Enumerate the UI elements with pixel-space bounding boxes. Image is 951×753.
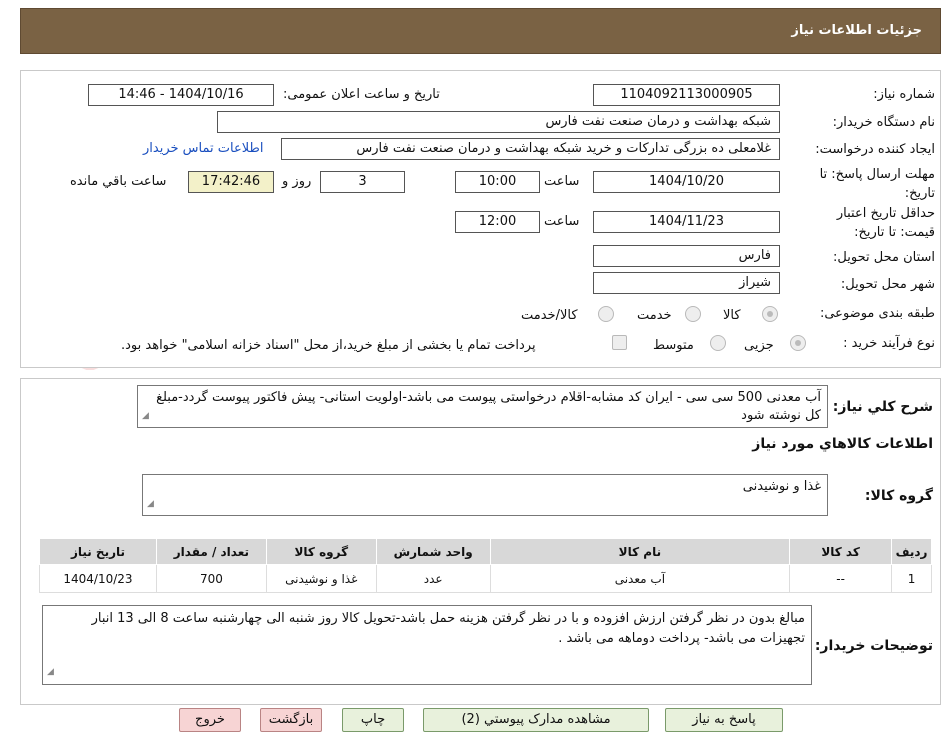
category-service-radio[interactable] [685,306,701,322]
attachments-button[interactable]: مشاهده مدارک پیوستي (2) [423,708,649,732]
category-goods-service-label: کالا/خدمت [521,308,578,323]
treasury-checkbox[interactable] [612,335,627,350]
goods-group-value: غذا و نوشیدنی [742,479,821,494]
cell-name: آب معدنی [489,564,791,593]
validity-date-field: 1404/11/23 [593,211,780,233]
respond-button[interactable]: پاسخ به نیاز [665,708,783,732]
need-number-field: 1104092113000905 [593,84,780,106]
goods-group-textarea: غذا و نوشیدنی ◢ [142,474,828,516]
print-button[interactable]: چاپ [342,708,404,732]
announce-label: تاریخ و ساعت اعلان عمومی: [283,87,440,102]
purchase-medium-radio[interactable] [710,335,726,351]
table-row: 1 -- آب معدنی عدد غذا و نوشیدنی 700 1404… [39,564,932,593]
deadline-time-field: 10:00 [455,171,540,193]
category-goods-label: کالا [723,308,741,323]
remaining-label: ساعت باقي مانده [70,174,167,189]
validity-time-field: 12:00 [455,211,540,233]
category-goods-service-radio[interactable] [598,306,614,322]
summary-label: شرح کلي نياز: [832,399,933,415]
buyer-notes-text: مبالغ بدون در نظر گرفتن ارزش افزوده و با… [91,611,805,646]
category-service-label: خدمت [637,308,672,323]
creator-field: غلامعلی ده بزرگی تدارکات و خرید شبکه بهد… [281,138,780,160]
goods-section-title: اطلاعات کالاهاي مورد نياز [752,436,933,452]
buyer-notes-label: توضیحات خریدار: [814,638,933,654]
col-qty-header: تعداد / مقدار [155,538,267,565]
cell-group: غذا و نوشیدنی [265,564,377,593]
city-field: شیراز [593,272,780,294]
summary-text: آب معدنی 500 سی سی - ایران کد مشابه-اقلا… [156,390,821,423]
validity-label: حداقل تاریخ اعتبار [836,206,935,221]
buyer-name-label: نام دستگاه خریدار: [832,115,935,130]
col-name-header: نام کالا [489,538,791,565]
resize-grip-icon: ◢ [147,499,154,509]
validity-label-2: قیمت: تا تاریخ: [854,225,935,240]
purchase-minor-radio[interactable] [790,335,806,351]
province-label: استان محل تحویل: [833,250,935,265]
remaining-time-field: 17:42:46 [188,171,274,193]
buyer-notes-textarea: مبالغ بدون در نظر گرفتن ارزش افزوده و با… [42,605,812,685]
page-header: جزئیات اطلاعات نیاز [20,8,941,54]
city-label: شهر محل تحویل: [840,277,935,292]
deadline-time-label: ساعت [544,174,580,189]
page-title: جزئیات اطلاعات نیاز [791,23,922,38]
category-goods-radio[interactable] [762,306,778,322]
days-field: 3 [320,171,405,193]
announce-field: 1404/10/16 - 14:46 [88,84,274,106]
cell-code: -- [789,564,893,593]
cell-qty: 700 [155,564,267,593]
goods-table: رديف کد کالا نام کالا واحد شمارش گروه کا… [39,538,932,593]
goods-group-label: گروه کالا: [864,488,933,504]
col-code-header: کد کالا [789,538,893,565]
treasury-note: پرداخت تمام یا بخشی از مبلغ خرید،از محل … [121,338,536,353]
cell-row: 1 [891,564,932,593]
buyer-contact-link[interactable]: اطلاعات تماس خریدار [143,141,263,156]
category-label: طبقه بندی موضوعی: [819,306,935,321]
summary-textarea: آب معدنی 500 سی سی - ایران کد مشابه-اقلا… [137,385,828,428]
purchase-minor-label: جزیی [744,338,774,353]
deadline-label: مهلت ارسال پاسخ: تا [819,167,935,182]
days-label: روز و [282,174,312,189]
buyer-name-field: شبکه بهداشت و درمان صنعت نفت فارس [217,111,780,133]
deadline-label-2: تاریخ: [904,186,935,201]
validity-time-label: ساعت [544,214,580,229]
col-date-header: تاریخ نیاز [39,538,157,565]
need-number-label: شماره نیاز: [873,87,935,102]
col-row-header: رديف [891,538,932,565]
exit-button[interactable]: خروج [179,708,241,732]
province-field: فارس [593,245,780,267]
table-header-row: رديف کد کالا نام کالا واحد شمارش گروه کا… [39,538,932,565]
deadline-date-field: 1404/10/20 [593,171,780,193]
purchase-type-label: نوع فرآیند خرید : [843,336,935,351]
col-group-header: گروه کالا [265,538,377,565]
cell-unit: عدد [375,564,491,593]
resize-grip-icon: ◢ [142,411,149,421]
col-unit-header: واحد شمارش [375,538,491,565]
creator-label: ایجاد کننده درخواست: [815,142,935,157]
cell-date: 1404/10/23 [39,564,157,593]
back-button[interactable]: بازگشت [260,708,322,732]
resize-grip-icon: ◢ [47,667,54,677]
purchase-medium-label: متوسط [653,338,694,353]
